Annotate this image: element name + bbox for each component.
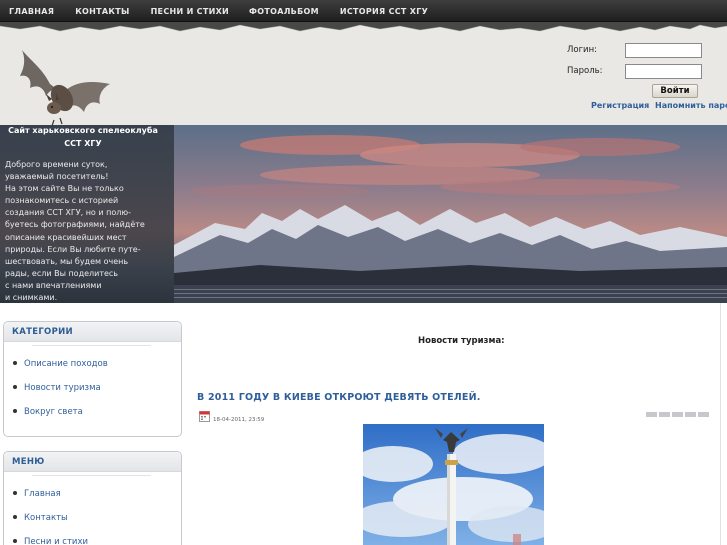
news-heading: Новости туризма: — [418, 336, 505, 346]
nav-item-contacts[interactable]: КОНТАКТЫ — [75, 7, 129, 16]
intro-line: познакомитесь с историей — [5, 196, 119, 206]
intro-line: рады, если Вы поделитесь — [5, 268, 119, 278]
mountain-banner: Сайт харьковского спелеоклуба СCT ХГУ До… — [0, 125, 727, 303]
article-date: 18-04-2011, 23:59 — [213, 417, 265, 423]
article-title-link[interactable]: В 2011 ГОДУ В КИЕВЕ ОТКРОЮТ ДЕВЯТЬ ОТЕЛЕ… — [197, 392, 481, 403]
intro-line: шествовать, мы будем очень — [5, 256, 129, 266]
nav-item-history[interactable]: ИСТОРИЯ СCT ХГУ — [340, 7, 428, 16]
nav-item-home[interactable]: ГЛАВНАЯ — [9, 7, 54, 16]
intro-panel: Сайт харьковского спелеоклуба СCT ХГУ До… — [0, 125, 174, 303]
page: ГЛАВНАЯ КОНТАКТЫ ПЕСНИ И СТИХИ ФОТОАЛЬБО… — [0, 0, 727, 545]
nav-item-photoalbum[interactable]: ФОТОАЛЬБОМ — [249, 7, 319, 16]
intro-line: создания СCT ХГУ, но и полю- — [5, 208, 131, 218]
bullet-icon — [13, 490, 17, 495]
divider — [32, 475, 151, 476]
bullet-icon — [13, 514, 17, 519]
intro-title: Сайт харьковского спелеоклуба СCT ХГУ — [8, 126, 158, 148]
bat-logo — [20, 50, 110, 126]
divider — [32, 345, 151, 346]
intro-line: и снимками. — [5, 293, 58, 303]
intro-line: Доброго времени суток, — [5, 160, 108, 169]
share-icon[interactable] — [646, 412, 657, 417]
content-divider — [720, 303, 721, 545]
bullet-icon — [13, 384, 17, 389]
menu-label[interactable]: Главная — [24, 489, 61, 499]
bullet-icon — [13, 408, 17, 413]
password-input[interactable] — [625, 64, 702, 79]
category-item[interactable]: Новости туризма — [13, 383, 101, 393]
intro-line: описание красивейших мест — [5, 232, 127, 242]
intro-line: с нами впечатлениями — [5, 280, 102, 290]
nav-item-songs[interactable]: ПЕСНИ И СТИХИ — [151, 7, 229, 16]
login-label: Логин: — [567, 45, 598, 55]
intro-text: Доброго времени суток, уважаемый посетит… — [5, 159, 167, 303]
menu-item[interactable]: Песни и стихи — [13, 537, 88, 545]
menu-title: МЕНЮ — [4, 452, 181, 472]
menu-item[interactable]: Контакты — [13, 513, 68, 523]
auth-links: Регистрация Напомнить пароль? — [591, 101, 727, 110]
category-label[interactable]: Описание походов — [24, 359, 108, 369]
menu-label[interactable]: Контакты — [24, 513, 68, 523]
login-button[interactable]: Войти — [652, 84, 698, 98]
share-icon[interactable] — [698, 412, 709, 417]
top-nav: ГЛАВНАЯ КОНТАКТЫ ПЕСНИ И СТИХИ ФОТОАЛЬБО… — [0, 0, 727, 22]
register-link[interactable]: Регистрация — [591, 101, 649, 110]
intro-line: природы. Если Вы любите путе- — [5, 244, 141, 254]
intro-line: уважаемый посетитель! — [5, 172, 109, 182]
remind-password-link[interactable]: Напомнить пароль? — [655, 101, 727, 110]
password-label: Пароль: — [567, 66, 603, 76]
share-icon[interactable] — [685, 412, 696, 417]
kyiv-monument-photo — [363, 424, 544, 545]
category-label[interactable]: Вокруг света — [24, 407, 83, 417]
intro-line: буетесь фотографиями, найдёте — [5, 220, 145, 230]
share-icon[interactable] — [672, 412, 683, 417]
categories-box: КАТЕГОРИИ Описание походов Новости туриз… — [3, 321, 182, 437]
categories-title: КАТЕГОРИИ — [4, 322, 181, 342]
calendar-icon — [199, 411, 210, 422]
menu-label[interactable]: Песни и стихи — [24, 537, 88, 545]
login-input[interactable] — [625, 43, 702, 58]
torn-edge — [0, 22, 727, 32]
menu-box: МЕНЮ Главная Контакты Песни и стихи — [3, 451, 182, 545]
bullet-icon — [13, 538, 17, 543]
share-icon[interactable] — [659, 412, 670, 417]
menu-item[interactable]: Главная — [13, 489, 61, 499]
article-photo — [363, 424, 544, 545]
bullet-icon — [13, 360, 17, 365]
category-label[interactable]: Новости туризма — [24, 383, 101, 393]
category-item[interactable]: Вокруг света — [13, 407, 83, 417]
category-item[interactable]: Описание походов — [13, 359, 108, 369]
intro-line: На этом сайте Вы не только — [5, 184, 124, 194]
